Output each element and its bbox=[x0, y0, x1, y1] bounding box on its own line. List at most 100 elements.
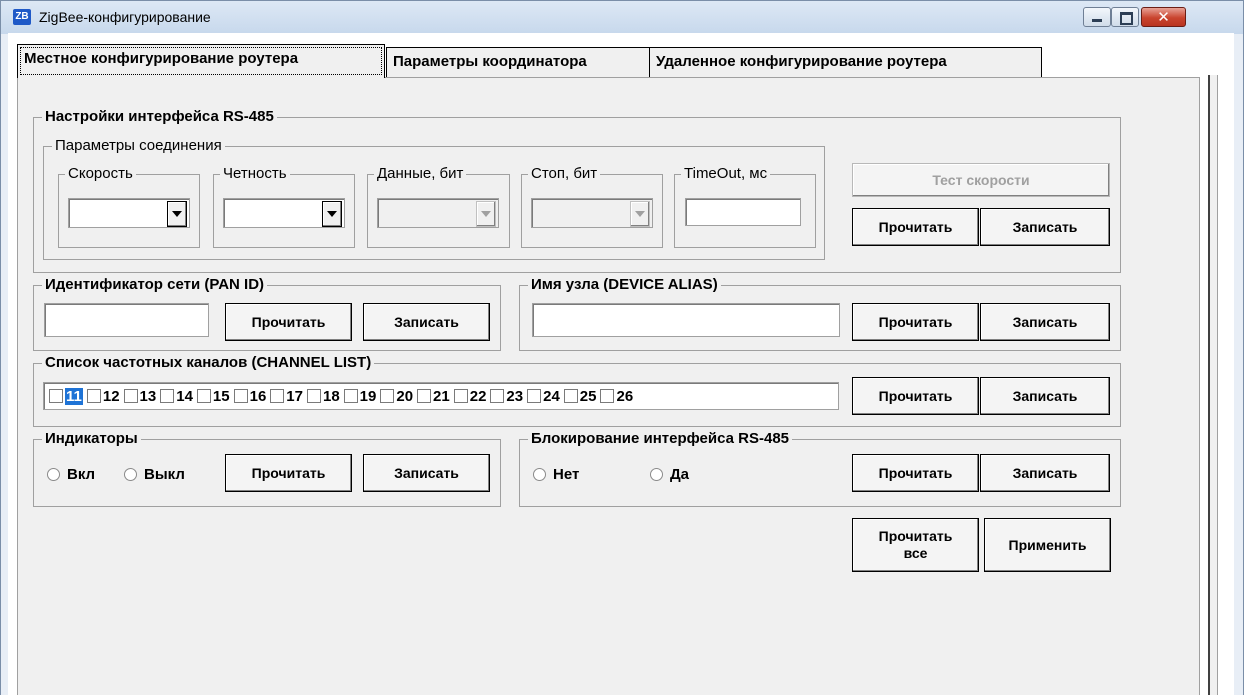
checkbox-icon[interactable] bbox=[563, 389, 578, 403]
title-bar[interactable]: ZB ZigBee-конфигурирование ✕ bbox=[1, 1, 1243, 34]
data-bits-label: Данные, бит bbox=[374, 166, 467, 182]
pan-id-title: Идентификатор сети (PAN ID) bbox=[42, 277, 268, 293]
channel-item[interactable]: 22 bbox=[453, 387, 487, 405]
rs485-lock-no-radio[interactable]: Нет bbox=[533, 466, 579, 483]
device-alias-read-button[interactable]: Прочитать bbox=[852, 303, 979, 341]
device-alias-write-button[interactable]: Записать bbox=[980, 303, 1110, 341]
channel-item[interactable]: 25 bbox=[563, 388, 596, 405]
channel-list[interactable]: 11 12 13 14 15 16 17 18 19 20 21 22 23 24 25 26 bbox=[43, 382, 839, 410]
indicators-on-radio[interactable]: Вкл bbox=[47, 466, 95, 483]
rs485-lock-yes-radio[interactable]: Да bbox=[650, 466, 689, 483]
radio-icon[interactable] bbox=[533, 468, 546, 481]
rs485-read-button[interactable]: Прочитать bbox=[852, 208, 979, 246]
channel-number: 18 bbox=[322, 387, 340, 405]
rs485-group-title: Настройки интерфейса RS-485 bbox=[42, 109, 277, 125]
stop-bits-label: Стоп, бит bbox=[528, 166, 601, 182]
channel-number: 22 bbox=[469, 387, 487, 405]
channel-item[interactable]: 14 bbox=[160, 388, 193, 405]
checkbox-icon[interactable] bbox=[270, 389, 285, 403]
channel-item[interactable]: 13 bbox=[123, 387, 157, 405]
checkbox-icon[interactable] bbox=[490, 389, 505, 403]
parity-select[interactable] bbox=[223, 198, 345, 228]
checkbox-icon[interactable] bbox=[160, 389, 175, 403]
parity-label: Четность bbox=[220, 166, 290, 182]
test-speed-button: Тест скорости bbox=[852, 163, 1110, 197]
channel-item[interactable]: 18 bbox=[306, 387, 340, 405]
channel-list-write-button[interactable]: Записать bbox=[980, 377, 1110, 415]
checkbox-icon[interactable] bbox=[233, 389, 248, 403]
rs485-lock-no-label: Нет bbox=[553, 466, 580, 483]
chevron-down-icon[interactable] bbox=[167, 201, 187, 227]
channel-number: 20 bbox=[396, 387, 414, 405]
checkbox-icon[interactable] bbox=[600, 389, 615, 403]
checkbox-icon[interactable] bbox=[453, 389, 468, 403]
device-alias-input[interactable] bbox=[532, 303, 840, 337]
timeout-label: TimeOut, мс bbox=[681, 166, 771, 182]
channel-item[interactable]: 16 bbox=[233, 388, 266, 405]
channel-item[interactable]: 26 bbox=[600, 388, 633, 405]
chevron-down-icon bbox=[476, 201, 496, 227]
stop-bits-select bbox=[531, 198, 653, 228]
read-all-button[interactable]: Прочитать все bbox=[852, 518, 979, 572]
checkbox-icon[interactable] bbox=[527, 389, 542, 403]
radio-icon[interactable] bbox=[650, 468, 663, 481]
rs485-lock-write-button[interactable]: Записать bbox=[980, 454, 1110, 492]
checkbox-icon[interactable] bbox=[86, 389, 101, 403]
speed-select[interactable] bbox=[68, 198, 190, 228]
indicators-write-button[interactable]: Записать bbox=[363, 454, 490, 492]
channel-item[interactable]: 15 bbox=[196, 387, 230, 405]
tab-coordinator-params[interactable]: Параметры координатора bbox=[386, 47, 650, 77]
maximize-button[interactable] bbox=[1111, 7, 1139, 27]
pan-id-input[interactable] bbox=[44, 303, 209, 337]
pan-id-read-button[interactable]: Прочитать bbox=[225, 303, 352, 341]
timeout-input[interactable] bbox=[685, 198, 801, 226]
checkbox-icon[interactable] bbox=[417, 389, 432, 403]
channel-list-title: Список частотных каналов (CHANNEL LIST) bbox=[42, 355, 375, 371]
checkbox-icon[interactable] bbox=[380, 389, 395, 403]
rs485-write-button[interactable]: Записать bbox=[980, 208, 1110, 246]
rs485-lock-title: Блокирование интерфейса RS-485 bbox=[528, 431, 793, 447]
channel-number: 14 bbox=[176, 387, 193, 405]
indicators-off-radio[interactable]: Выкл bbox=[124, 466, 185, 483]
tab-remote-router-config[interactable]: Удаленное конфигурирование роутера bbox=[649, 47, 1042, 77]
indicators-on-label: Вкл bbox=[67, 466, 96, 483]
minimize-icon bbox=[1092, 19, 1102, 22]
channel-number: 15 bbox=[212, 387, 230, 405]
channel-item[interactable]: 11 bbox=[49, 387, 83, 405]
data-bits-select bbox=[377, 198, 499, 228]
radio-icon[interactable] bbox=[124, 468, 137, 481]
tab-local-router-config[interactable]: Местное конфигурирование роутера bbox=[17, 44, 385, 78]
rs485-lock-read-button[interactable]: Прочитать bbox=[852, 454, 979, 492]
checkbox-icon[interactable] bbox=[123, 389, 138, 403]
channel-number: 11 bbox=[65, 387, 83, 405]
close-icon: ✕ bbox=[1157, 9, 1170, 26]
channel-item[interactable]: 19 bbox=[343, 387, 377, 405]
channel-item[interactable]: 17 bbox=[270, 388, 303, 405]
channel-number: 13 bbox=[139, 387, 157, 405]
channel-number: 19 bbox=[359, 387, 377, 405]
connection-params-title: Параметры соединения bbox=[52, 138, 225, 154]
read-all-line1: Прочитать bbox=[878, 528, 953, 544]
channel-item[interactable]: 24 bbox=[527, 388, 560, 405]
pan-id-write-button[interactable]: Записать bbox=[363, 303, 490, 341]
channel-list-read-button[interactable]: Прочитать bbox=[852, 377, 979, 415]
apply-button[interactable]: Применить bbox=[984, 518, 1111, 572]
checkbox-icon[interactable] bbox=[196, 389, 211, 403]
channel-item[interactable]: 12 bbox=[86, 387, 120, 405]
minimize-button[interactable] bbox=[1083, 7, 1111, 27]
window-title: ZigBee-конфигурирование bbox=[39, 9, 211, 25]
chevron-down-icon[interactable] bbox=[322, 201, 342, 227]
channel-item[interactable]: 23 bbox=[490, 388, 523, 405]
checkbox-icon[interactable] bbox=[306, 389, 321, 403]
checkbox-icon[interactable] bbox=[343, 389, 358, 403]
radio-icon[interactable] bbox=[47, 468, 60, 481]
channel-item[interactable]: 21 bbox=[417, 388, 450, 405]
channel-number: 12 bbox=[102, 387, 120, 405]
channel-number: 26 bbox=[616, 387, 634, 405]
close-button[interactable]: ✕ bbox=[1141, 7, 1186, 27]
channel-item[interactable]: 20 bbox=[380, 388, 413, 405]
indicators-title: Индикаторы bbox=[42, 431, 141, 447]
rs485-lock-yes-label: Да bbox=[670, 466, 690, 483]
checkbox-icon[interactable] bbox=[49, 389, 63, 403]
indicators-read-button[interactable]: Прочитать bbox=[225, 454, 352, 492]
